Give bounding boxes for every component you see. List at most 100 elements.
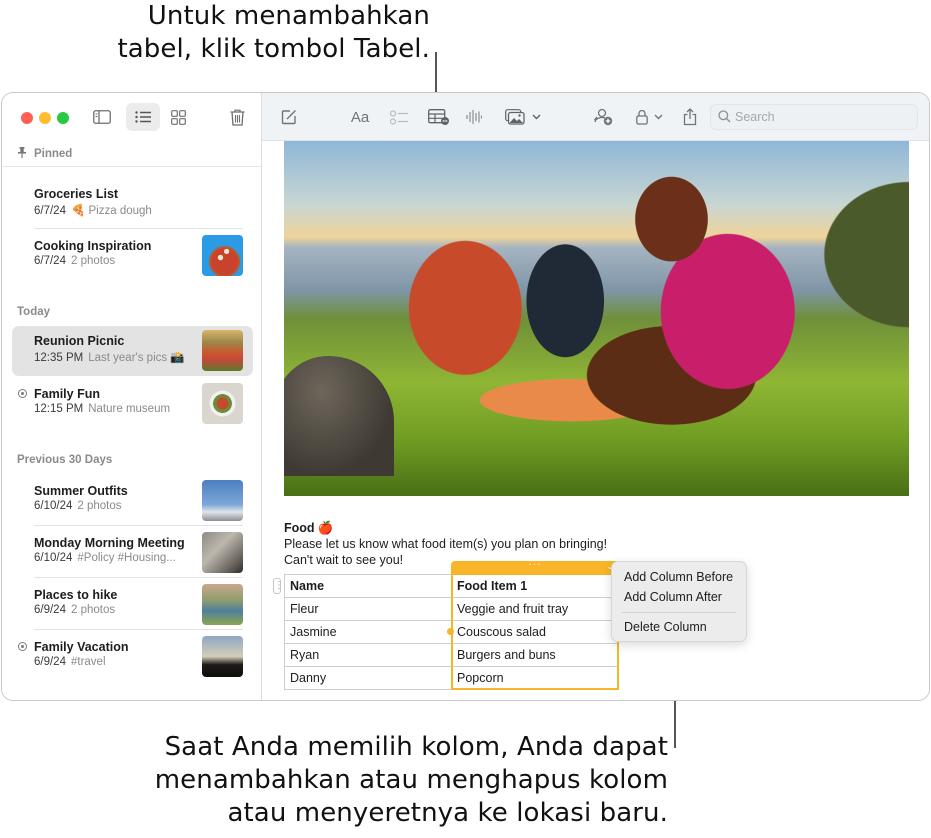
note-title: Cooking Inspiration (34, 239, 152, 253)
note-title: Family Vacation (34, 640, 129, 654)
checklist-icon (389, 109, 408, 125)
sidebar-toggle-button[interactable] (85, 103, 119, 131)
note-heading-text: Food (284, 521, 315, 535)
note-title: Monday Morning Meeting (34, 536, 185, 550)
callout-line: atau menyeretnya ke lokasi baru. (227, 798, 668, 828)
collaborate-button[interactable] (592, 105, 614, 129)
note-editor[interactable]: Food 🍎 Please let us know what food item(… (262, 141, 929, 700)
format-button[interactable]: Aa (347, 105, 373, 129)
table-header-cell[interactable]: Name (284, 574, 452, 598)
note-list-item[interactable]: Family Fun 12:15 PM Nature museum (12, 379, 253, 429)
note-thumbnail-hike (202, 584, 243, 625)
note-preview: 2 photos (77, 500, 122, 512)
table-row-handle[interactable] (273, 578, 281, 594)
table-cell[interactable]: Jasmine (284, 620, 452, 644)
lock-button[interactable] (634, 105, 664, 129)
table-row: Danny Popcorn (284, 666, 618, 690)
note-title: Family Fun (34, 387, 100, 401)
search-field[interactable] (710, 104, 918, 130)
notes-sidebar: Pinned Groceries List 6/7/24 🍕 Pizza doug… (2, 93, 262, 700)
pin-icon (18, 147, 26, 161)
media-button[interactable] (504, 105, 542, 129)
callout-line: Saat Anda memilih kolom, Anda dapat (164, 732, 668, 762)
table-header-row: Name Food Item 1 (284, 574, 618, 598)
section-label: Pinned (34, 148, 73, 160)
notes-window: Pinned Groceries List 6/7/24 🍕 Pizza doug… (1, 92, 930, 701)
section-label-today: Today (17, 306, 51, 318)
note-preview: Nature museum (88, 403, 171, 415)
column-context-menu: Add Column Before Add Column After Delet… (611, 561, 747, 642)
table-cell[interactable]: Burgers and buns (451, 643, 618, 667)
note-date: 6/9/24 (34, 604, 66, 616)
note-preview: #travel (70, 656, 106, 668)
audio-record-button[interactable] (464, 105, 484, 129)
sidebar-toggle-icon (93, 110, 111, 124)
column-drag-handle[interactable]: ··· ⌄ (451, 560, 619, 574)
table-row: Fleur Veggie and fruit tray (284, 597, 618, 621)
callout-line: Untuk menambahkan (147, 1, 430, 31)
gallery-view-button[interactable] (161, 103, 195, 131)
list-divider (34, 629, 243, 630)
lock-icon (635, 109, 648, 125)
note-list-item[interactable]: Cooking Inspiration 6/7/24 2 photos (12, 231, 253, 281)
table-cell[interactable]: Danny (284, 666, 452, 690)
note-list-item-selected[interactable]: Reunion Picnic 12:35 PM Last year's pics … (12, 326, 253, 376)
table-icon (428, 109, 449, 125)
menu-item-add-column-after[interactable]: Add Column After (612, 588, 746, 608)
format-icon: Aa (350, 108, 370, 126)
delete-note-button[interactable] (220, 103, 254, 131)
callout-line: tabel, klik tombol Tabel. (117, 34, 430, 64)
picnic-photo (284, 141, 909, 496)
table-cell[interactable]: Ryan (284, 643, 452, 667)
menu-separator (622, 612, 736, 613)
table-button[interactable] (426, 105, 452, 129)
photo-media-icon (505, 109, 525, 125)
note-thumbnail-vacation (202, 636, 243, 677)
list-divider (34, 577, 243, 578)
list-divider (34, 228, 243, 229)
note-list-item[interactable]: Family Vacation 6/9/24 #travel (12, 632, 253, 682)
menu-item-add-column-before[interactable]: Add Column Before (612, 568, 746, 588)
shared-person-icon (18, 642, 27, 651)
search-input[interactable] (735, 108, 913, 126)
audio-waveform-icon (466, 110, 482, 124)
table-cell[interactable]: Popcorn (451, 666, 618, 690)
list-view-button[interactable] (126, 103, 160, 131)
table-cell[interactable]: Couscous salad (451, 620, 618, 644)
share-button[interactable] (680, 105, 700, 129)
note-thumbnail-pizza (202, 235, 243, 276)
table-cell[interactable]: Veggie and fruit tray (451, 597, 618, 621)
note-preview: 2 photos (70, 604, 116, 616)
note-thumbnail-outfits (202, 480, 243, 521)
note-list-item[interactable]: Monday Morning Meeting 6/10/24 #Policy #H… (12, 528, 253, 578)
note-preview: Last year's pics 📸 (88, 352, 185, 364)
table-cell[interactable]: Fleur (284, 597, 452, 621)
menu-item-delete-column[interactable]: Delete Column (612, 618, 746, 638)
new-note-button[interactable] (278, 105, 300, 129)
chevron-down-icon (532, 114, 541, 120)
note-date: 6/7/24 (34, 205, 66, 217)
minimize-window-button[interactable] (39, 112, 51, 124)
gallery-view-icon (170, 109, 186, 125)
trash-icon (230, 109, 244, 126)
search-icon (718, 110, 731, 123)
share-icon (683, 108, 697, 126)
note-list-item[interactable]: Groceries List 6/7/24 🍕 Pizza dough (12, 179, 253, 229)
note-list-item[interactable]: Summer Outfits 6/10/24 2 photos (12, 476, 253, 526)
checklist-button[interactable] (388, 105, 410, 129)
note-list-item[interactable]: Places to hike 6/9/24 2 photos (12, 580, 253, 630)
note-thumbnail-salad (202, 383, 243, 424)
text-cursor-handle[interactable] (447, 628, 454, 635)
note-date: 6/7/24 (34, 255, 66, 267)
section-label-previous-30-days: Previous 30 Days (17, 454, 113, 466)
note-thumbnail-picnic (202, 330, 243, 371)
table-header-cell[interactable]: Food Item 1 (451, 574, 618, 598)
close-window-button[interactable] (21, 112, 33, 124)
collaborate-icon (594, 108, 613, 126)
zoom-window-button[interactable] (57, 112, 69, 124)
editor-toolbar: Aa (262, 93, 929, 141)
note-body-line: Please let us know what food item(s) you… (284, 537, 608, 551)
note-date: 6/10/24 (34, 552, 73, 564)
apple-emoji-icon: 🍎 (317, 521, 334, 535)
compose-icon (281, 110, 296, 125)
